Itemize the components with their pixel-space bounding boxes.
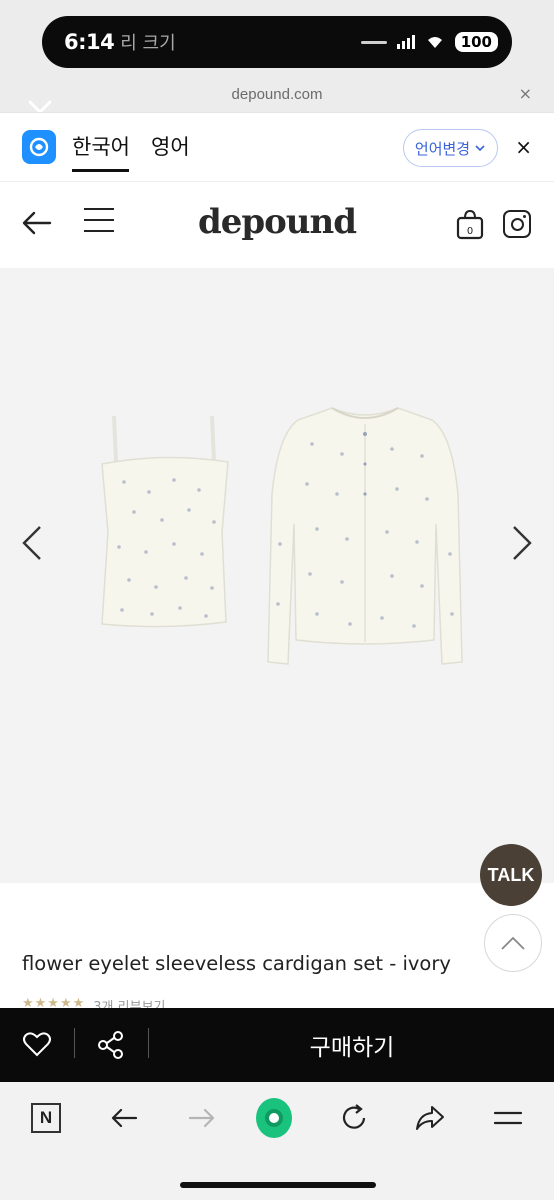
forward-icon [188, 1108, 215, 1128]
chevron-up-icon [501, 936, 525, 950]
browser-forward-button[interactable] [184, 1100, 220, 1136]
divider [148, 1028, 149, 1058]
instagram-icon[interactable] [503, 210, 531, 238]
divider [74, 1028, 75, 1058]
buy-button[interactable]: 구매하기 [150, 1028, 554, 1062]
url-row[interactable]: depound.com × [0, 78, 554, 110]
cart-count: 0 [467, 226, 473, 237]
refresh-button[interactable] [336, 1100, 372, 1136]
share-icon[interactable] [96, 1030, 126, 1060]
hamburger-icon [493, 1111, 523, 1125]
papago-logo-icon [22, 130, 56, 164]
wifi-icon [427, 37, 442, 48]
product-image[interactable] [0, 268, 554, 883]
battery-indicator: 100 [454, 32, 498, 52]
site-header: depound 0 [0, 182, 554, 268]
heart-icon[interactable] [22, 1030, 52, 1058]
translate-close-icon[interactable]: × [515, 135, 532, 159]
share-page-button[interactable] [412, 1100, 448, 1136]
change-language-label: 언어변경 [414, 139, 471, 158]
kakao-talk-button[interactable]: TALK [480, 844, 542, 906]
naver-n-icon: N [31, 1103, 61, 1133]
scroll-top-button[interactable] [484, 914, 542, 972]
back-icon [111, 1108, 138, 1128]
cardigan-image [267, 407, 463, 665]
change-language-button[interactable]: 언어변경 [403, 129, 498, 167]
status-bar: 6:14 리 크기 100 [42, 16, 512, 68]
signal-icon [396, 35, 415, 49]
chevron-down-icon [475, 145, 485, 152]
talk-label: TALK [487, 864, 535, 885]
url-text[interactable]: depound.com [232, 86, 323, 103]
status-indicators: 100 [360, 32, 498, 52]
url-close-icon[interactable]: × [519, 84, 532, 103]
naver-home-button[interactable]: N [28, 1100, 64, 1136]
review-link[interactable]: 3개 리뷰보기 [93, 996, 165, 1008]
browser-toolbar: N [0, 1082, 554, 1200]
product-title: flower eyelet sleeveless cardigan set - … [22, 952, 451, 975]
status-time: 6:14 [64, 30, 115, 54]
camisole-image [101, 415, 229, 628]
rating-row[interactable]: ★★★★★ 3개 리뷰보기 [22, 996, 166, 1008]
refresh-icon [342, 1104, 366, 1129]
prev-arrow-icon[interactable] [18, 523, 46, 563]
purchase-bar: 구매하기 [0, 1008, 554, 1082]
status-line-icon [360, 40, 387, 44]
rating-stars: ★★★★★ [22, 996, 86, 1008]
translate-bar: 한국어 영어 언어변경 × [0, 112, 554, 182]
tab-english[interactable]: 영어 [151, 131, 190, 161]
translate-app-icon [29, 137, 49, 157]
status-ghost-text: 리 크기 [120, 33, 176, 54]
share-arrow-icon [416, 1106, 444, 1130]
shopping-bag-icon[interactable]: 0 [456, 208, 484, 240]
browser-back-button[interactable] [106, 1100, 142, 1136]
green-dot-button[interactable] [256, 1098, 292, 1138]
next-arrow-icon[interactable] [508, 523, 536, 563]
tab-korean[interactable]: 한국어 [72, 131, 130, 161]
home-indicator [180, 1182, 376, 1188]
browser-menu-button[interactable] [490, 1100, 526, 1136]
active-tab-underline [72, 169, 129, 172]
green-dot-icon [256, 1098, 292, 1138]
